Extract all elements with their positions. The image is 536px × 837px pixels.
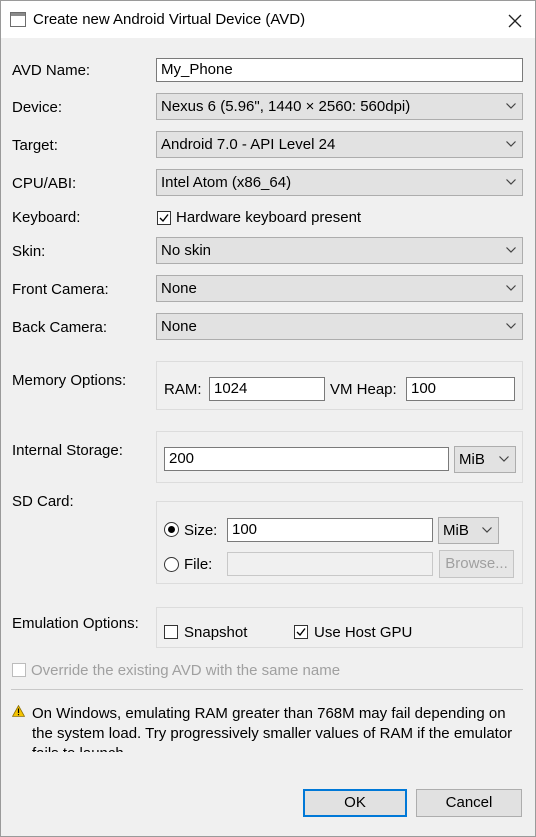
target-select[interactable]: Android 7.0 - API Level 24 — [156, 131, 523, 158]
cpu-abi-select-value: Intel Atom (x86_64) — [161, 174, 292, 191]
emulation-options-label: Emulation Options: — [12, 615, 139, 632]
host-gpu-label[interactable]: Use Host GPU — [314, 624, 412, 641]
warning-message: On Windows, emulating RAM greater than 7… — [32, 705, 513, 752]
target-select-value: Android 7.0 - API Level 24 — [161, 136, 336, 153]
memory-options-label: Memory Options: — [12, 372, 127, 389]
internal-storage-unit-value: MiB — [459, 451, 485, 468]
front-camera-select[interactable]: None — [156, 275, 523, 302]
device-label: Device: — [12, 99, 63, 116]
internal-storage-unit-select[interactable]: MiB — [454, 446, 516, 473]
override-checkbox[interactable] — [12, 663, 26, 677]
cpu-abi-select[interactable]: Intel Atom (x86_64) — [156, 169, 523, 196]
front-camera-label: Front Camera: — [12, 281, 109, 298]
device-select-value: Nexus 6 (5.96", 1440 × 2560: 560dpi) — [161, 98, 411, 115]
sd-card-size-label[interactable]: Size: — [184, 522, 217, 539]
checkmark-icon — [159, 214, 169, 223]
chevron-down-icon — [506, 285, 516, 291]
chevron-down-icon — [506, 179, 516, 185]
snapshot-label[interactable]: Snapshot — [184, 624, 247, 641]
cancel-button[interactable]: Cancel — [416, 789, 522, 817]
close-icon — [508, 14, 522, 28]
internal-storage-label: Internal Storage: — [12, 442, 123, 459]
keyboard-checkbox[interactable] — [157, 211, 171, 225]
back-camera-select-value: None — [161, 318, 197, 335]
sd-card-file-input[interactable] — [227, 552, 433, 576]
sd-card-unit-select[interactable]: MiB — [438, 517, 499, 544]
cpu-abi-label: CPU/ABI: — [12, 175, 77, 192]
ram-input[interactable]: 1024 — [209, 377, 325, 401]
chevron-down-icon — [506, 141, 516, 147]
skin-select[interactable]: No skin — [156, 237, 523, 264]
override-label[interactable]: Override the existing AVD with the same … — [31, 662, 340, 679]
ram-label: RAM: — [164, 381, 202, 398]
skin-select-value: No skin — [161, 242, 212, 259]
window-title: Create new Android Virtual Device (AVD) — [33, 11, 306, 28]
skin-label: Skin: — [12, 243, 46, 260]
chevron-down-icon — [499, 456, 509, 462]
keyboard-checkbox-label[interactable]: Hardware keyboard present — [176, 209, 361, 226]
back-camera-label: Back Camera: — [12, 319, 108, 336]
avd-name-label: AVD Name: — [12, 62, 91, 79]
warning-icon — [12, 705, 25, 717]
radio-dot — [168, 526, 175, 533]
chevron-down-icon — [506, 247, 516, 253]
close-button[interactable] — [495, 5, 535, 35]
window-icon — [10, 12, 26, 27]
chevron-down-icon — [506, 323, 516, 329]
chevron-down-icon — [506, 103, 516, 109]
device-select[interactable]: Nexus 6 (5.96", 1440 × 2560: 560dpi) — [156, 93, 523, 120]
avd-name-input[interactable]: My_Phone — [156, 58, 523, 82]
sd-card-size-input[interactable]: 100 — [227, 518, 433, 542]
checkmark-icon — [296, 628, 306, 637]
snapshot-checkbox[interactable] — [164, 625, 178, 639]
vm-heap-label: VM Heap: — [330, 381, 397, 398]
sd-card-file-radio[interactable] — [164, 557, 179, 572]
avd-dialog: Create new Android Virtual Device (AVD) … — [0, 0, 536, 837]
sd-card-size-radio[interactable] — [164, 522, 179, 537]
chevron-down-icon — [482, 527, 492, 533]
vm-heap-input[interactable]: 100 — [406, 377, 515, 401]
title-bar: Create new Android Virtual Device (AVD) — [1, 1, 535, 38]
ok-button[interactable]: OK — [303, 789, 407, 817]
front-camera-select-value: None — [161, 280, 197, 297]
target-label: Target: — [12, 137, 58, 154]
back-camera-select[interactable]: None — [156, 313, 523, 340]
keyboard-label: Keyboard: — [12, 209, 81, 226]
sd-card-unit-value: MiB — [443, 522, 469, 539]
separator — [11, 689, 523, 690]
host-gpu-checkbox[interactable] — [294, 625, 308, 639]
internal-storage-input[interactable]: 200 — [164, 447, 449, 471]
sd-card-file-label[interactable]: File: — [184, 556, 212, 573]
browse-button[interactable]: Browse... — [439, 550, 514, 578]
sd-card-label: SD Card: — [12, 493, 74, 510]
